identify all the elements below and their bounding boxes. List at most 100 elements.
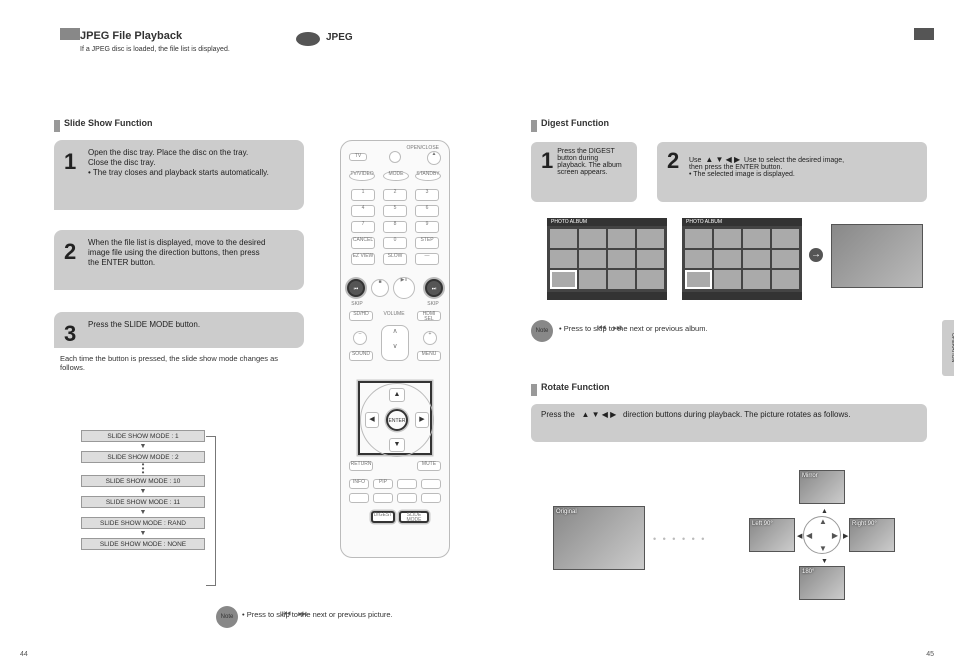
note-text: • Press to skip to the next or previous … — [242, 610, 442, 619]
dpad-down[interactable]: ▼ — [389, 438, 405, 452]
num-8[interactable]: 8 — [383, 221, 407, 233]
fn-button6[interactable] — [421, 493, 441, 503]
rotate-text-2: direction buttons during playback. The p… — [619, 410, 851, 419]
thumb — [772, 250, 799, 269]
step-text: Press the SLIDE MODE button. — [88, 320, 200, 348]
thumb — [637, 250, 664, 269]
thumb-selected — [685, 270, 712, 289]
step-3-box: 3 Press the SLIDE MODE button. — [54, 312, 304, 348]
note-text-content: • Press to skip to the next or previous … — [559, 324, 708, 333]
info-button[interactable]: INFO — [349, 479, 369, 489]
thumb — [743, 229, 770, 248]
slide-mode-button[interactable]: SLIDE MODE — [399, 511, 429, 523]
skip-icons: ⏮ ⏭ — [282, 609, 309, 620]
slow-button[interactable]: SLOW — [383, 253, 407, 265]
remote-control: OPEN/CLOSE TV ▲ TV/VIDEO MODE STANDBY 1 … — [340, 140, 450, 558]
mode-button[interactable]: MODE — [383, 171, 409, 181]
slide-mode-chain: SLIDE SHOW MODE : 1 ▼ SLIDE SHOW MODE : … — [78, 430, 208, 550]
open-close-button[interactable]: ▲ — [427, 151, 441, 165]
thumb — [608, 270, 635, 289]
dpad-up[interactable]: ▲ — [389, 388, 405, 402]
section-title-slide: Slide Show Function — [64, 118, 153, 128]
thumb — [550, 250, 577, 269]
fn-button3[interactable] — [349, 493, 369, 503]
volume-label: VOLUME — [377, 311, 411, 317]
album-grid — [547, 226, 667, 292]
standby-button[interactable]: STANDBY — [415, 171, 441, 181]
rot-label: Right 90° — [852, 521, 877, 527]
minus-button[interactable]: – — [353, 331, 367, 345]
num-9[interactable]: 9 — [415, 221, 439, 233]
volume-rocker[interactable]: ∧ ∨ — [381, 325, 409, 361]
rot-label: Original — [556, 509, 577, 515]
album-grid — [682, 226, 802, 292]
rot-label: 180° — [802, 569, 814, 575]
thumb-selected — [550, 270, 577, 289]
num-3[interactable]: 3 — [415, 189, 439, 201]
album-screen-2: PHOTO ALBUM — [682, 218, 802, 300]
mode-11: SLIDE SHOW MODE : 11 — [81, 496, 205, 508]
tv-button[interactable]: TV — [349, 153, 367, 161]
thumb — [579, 270, 606, 289]
mode-rand: SLIDE SHOW MODE : RAND — [81, 517, 205, 529]
sound-button[interactable]: SOUND — [349, 351, 373, 361]
digest-button[interactable]: DIGEST — [371, 511, 395, 523]
dpad-right[interactable]: ▶ — [415, 412, 429, 428]
fn-button2[interactable] — [421, 479, 441, 489]
num-1[interactable]: 1 — [351, 189, 375, 201]
section-bar — [531, 384, 537, 396]
play-pause-button[interactable]: ▶॥ — [393, 277, 415, 299]
skip-back-button[interactable]: ⏮ — [347, 279, 365, 297]
step-text: Open the disc tray. Place the disc on th… — [88, 148, 269, 178]
zoom-button[interactable]: — — [415, 253, 439, 265]
num-2[interactable]: 2 — [383, 189, 407, 201]
num-0[interactable]: 0 — [383, 237, 407, 249]
mute-button[interactable]: MUTE — [417, 461, 441, 471]
tv-video-button[interactable]: TV/VIDEO — [349, 171, 375, 181]
thumb — [550, 229, 577, 248]
stop-button[interactable]: ■ — [371, 279, 389, 297]
thumb — [714, 250, 741, 269]
original-image: Original — [553, 506, 645, 570]
album-header: PHOTO ALBUM — [547, 218, 667, 226]
digest-step-2: 2 Use ▲ ▼ ◀ ▶ Use to select the desired … — [657, 142, 927, 202]
chain-arrow: ▼ — [78, 442, 208, 451]
thumb — [637, 270, 664, 289]
skip-label: SKIP — [347, 301, 367, 307]
hdmi-button[interactable]: HDMI SEL — [417, 311, 441, 321]
fn-button4[interactable] — [373, 493, 393, 503]
direction-pad[interactable]: ▲ ▼ ◀ ▶ ENTER — [358, 381, 432, 455]
digest-step-1: 1 Press the DIGEST button during playbac… — [531, 142, 637, 202]
rotate-diagram: Original • • • • • • ▲ ▼ ◀ ▶ Left 90° Ri… — [553, 466, 913, 646]
pip-button[interactable]: PIP — [373, 479, 393, 489]
cancel-button[interactable]: CANCEL — [351, 237, 375, 249]
sd-hd-button[interactable]: SD/HD — [349, 311, 373, 321]
manual-right-page: Digest Function 1 Press the DIGEST butto… — [477, 0, 954, 666]
mode-1: SLIDE SHOW MODE : 1 — [81, 430, 205, 442]
num-4[interactable]: 4 — [351, 205, 375, 217]
page-number: 44 — [20, 651, 28, 658]
rot-label: Mirror — [802, 473, 818, 479]
fn-button5[interactable] — [397, 493, 417, 503]
plus-button[interactable]: + — [423, 331, 437, 345]
return-button[interactable]: RETURN — [349, 461, 373, 471]
section-title-digest: Digest Function — [541, 118, 609, 128]
mode-none: SLIDE SHOW MODE : NONE — [81, 538, 205, 550]
enter-button[interactable]: ENTER — [386, 409, 408, 431]
thumb — [714, 270, 741, 289]
step-button[interactable]: STEP — [415, 237, 439, 249]
num-5[interactable]: 5 — [383, 205, 407, 217]
step-number: 1 — [541, 148, 553, 176]
num-7[interactable]: 7 — [351, 221, 375, 233]
num-6[interactable]: 6 — [415, 205, 439, 217]
thumb — [714, 229, 741, 248]
skip-label: SKIP — [423, 301, 443, 307]
rotate-box: Press the ▲ ▼ ◀ ▶ direction buttons duri… — [531, 404, 927, 442]
dpad-left[interactable]: ◀ — [365, 412, 379, 428]
ezview-button[interactable]: EZ VIEW — [351, 253, 375, 265]
fn-button[interactable] — [397, 479, 417, 489]
page: JPEG File Playback If a JPEG disc is loa… — [0, 0, 954, 666]
skip-fwd-button[interactable]: ⏭ — [425, 279, 443, 297]
step-3-sub: Each time the button is pressed, the sli… — [60, 354, 300, 372]
menu-button[interactable]: MENU — [417, 351, 441, 361]
